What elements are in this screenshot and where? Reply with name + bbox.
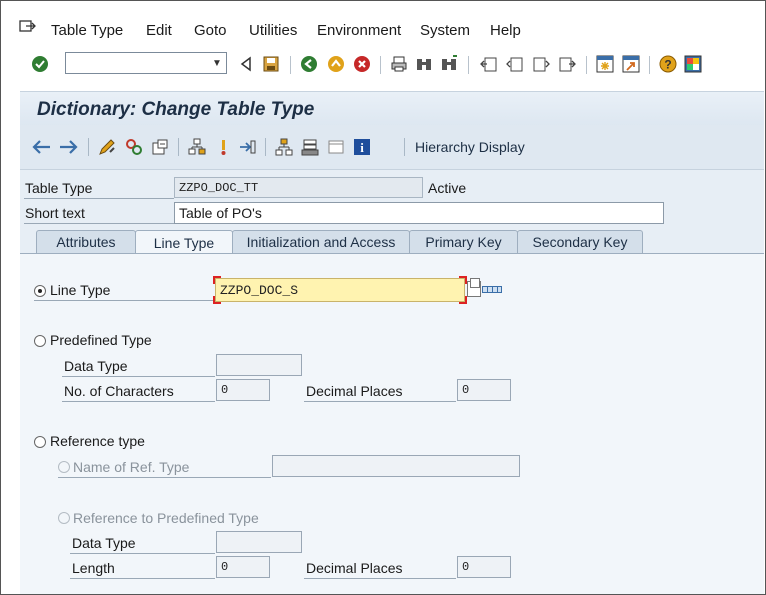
- ref-decimal-places-label: Decimal Places: [306, 560, 403, 576]
- previous-page-icon[interactable]: [505, 54, 525, 74]
- first-page-icon[interactable]: [479, 54, 499, 74]
- length-label: Length: [72, 560, 115, 576]
- data-type-field[interactable]: [216, 354, 302, 376]
- find-icon[interactable]: [414, 54, 434, 74]
- menu-edit[interactable]: Edit: [146, 22, 172, 39]
- tab-line-type[interactable]: Line Type: [135, 230, 233, 254]
- window-icon[interactable]: [326, 137, 346, 157]
- object-list-icon[interactable]: [187, 137, 207, 157]
- sap-window: Table Type Edit Goto Utilities Environme…: [0, 0, 766, 595]
- predefined-type-radio[interactable]: [34, 335, 46, 347]
- standard-toolbar: ▼ ?: [2, 46, 764, 82]
- menu-bar: Table Type Edit Goto Utilities Environme…: [2, 2, 764, 46]
- save-icon[interactable]: [261, 54, 281, 74]
- menu-environment[interactable]: Environment: [317, 22, 401, 39]
- line-type-label: Line Type: [50, 282, 111, 298]
- ref-data-type-label: Data Type: [72, 535, 136, 551]
- menu-utilities[interactable]: Utilities: [249, 22, 297, 39]
- where-used-icon[interactable]: [150, 137, 170, 157]
- decimal-places-label: Decimal Places: [306, 383, 403, 399]
- status-label: Active: [428, 180, 467, 196]
- predefined-type-label: Predefined Type: [50, 332, 152, 348]
- next-page-icon[interactable]: [531, 54, 551, 74]
- header-fields: Table Type ZZPO_DOC_TT Active Short text…: [20, 170, 764, 230]
- navigate-back-icon[interactable]: [299, 54, 319, 74]
- name-ref-type-label: Name of Ref. Type: [73, 459, 190, 475]
- line-type-panel: Line Type ZZPO_DOC_S Predefined Type Dat…: [20, 253, 764, 594]
- arrow-left-icon[interactable]: [32, 137, 52, 157]
- reference-type-radio[interactable]: [34, 436, 46, 448]
- reference-type-label: Reference type: [50, 433, 145, 449]
- tab-attributes[interactable]: Attributes: [36, 230, 136, 253]
- back-icon[interactable]: [236, 54, 256, 74]
- find-next-icon[interactable]: [439, 54, 459, 74]
- page-title: Dictionary: Change Table Type: [37, 99, 315, 120]
- table-type-label: Table Type: [25, 180, 93, 196]
- chevron-down-icon[interactable]: ▼: [210, 55, 224, 71]
- last-page-icon[interactable]: [557, 54, 577, 74]
- svg-text:?: ?: [664, 58, 671, 72]
- shortcut-icon[interactable]: [621, 54, 641, 74]
- menu-icon[interactable]: [19, 20, 37, 34]
- short-text-field[interactable]: Table of PO's: [174, 202, 664, 224]
- no-chars-label: No. of Characters: [64, 383, 174, 399]
- title-bar: Dictionary: Change Table Type: [20, 91, 764, 126]
- exit-icon[interactable]: [326, 54, 346, 74]
- application-toolbar: i Hierarchy Display: [20, 125, 764, 170]
- hierarchy-icon[interactable]: [274, 137, 294, 157]
- no-chars-field[interactable]: 0: [216, 379, 270, 401]
- print-icon[interactable]: [389, 54, 409, 74]
- enter-icon[interactable]: [30, 54, 50, 74]
- stack-icon[interactable]: [300, 137, 320, 157]
- arrow-right-icon[interactable]: [58, 137, 78, 157]
- menu-system[interactable]: System: [420, 22, 470, 39]
- tab-strip: Attributes Line Type Initialization and …: [20, 230, 764, 254]
- navigation-icon[interactable]: [237, 137, 257, 157]
- name-ref-type-radio: [58, 461, 70, 473]
- menu-table-type[interactable]: Table Type: [51, 22, 123, 39]
- cancel-icon[interactable]: [352, 54, 372, 74]
- tab-initialization-access[interactable]: Initialization and Access: [232, 230, 410, 253]
- new-session-icon[interactable]: [595, 54, 615, 74]
- info-icon[interactable]: i: [352, 137, 372, 157]
- info-marker-icon[interactable]: [214, 137, 234, 157]
- menu-goto[interactable]: Goto: [194, 22, 227, 39]
- decimal-places-field[interactable]: 0: [457, 379, 511, 401]
- data-type-label: Data Type: [64, 358, 128, 374]
- svg-text:i: i: [360, 140, 364, 155]
- length-field: 0: [216, 556, 270, 578]
- table-type-field: ZZPO_DOC_TT: [174, 177, 423, 198]
- hierarchy-display-button[interactable]: Hierarchy Display: [415, 139, 525, 155]
- name-ref-type-field: [272, 455, 520, 477]
- tab-primary-key[interactable]: Primary Key: [409, 230, 518, 253]
- menu-help[interactable]: Help: [490, 22, 521, 39]
- line-type-field[interactable]: ZZPO_DOC_S: [215, 278, 465, 302]
- ref-data-type-field: [216, 531, 302, 553]
- line-type-radio[interactable]: [34, 285, 46, 297]
- help-icon[interactable]: ?: [658, 54, 678, 74]
- customize-layout-icon[interactable]: [683, 54, 703, 74]
- ref-decimal-places-field: 0: [457, 556, 511, 578]
- more-options-icon[interactable]: [482, 286, 502, 293]
- activate-icon[interactable]: [124, 137, 144, 157]
- short-text-label: Short text: [25, 205, 85, 221]
- ref-predefined-label: Reference to Predefined Type: [73, 510, 259, 526]
- tab-secondary-key[interactable]: Secondary Key: [517, 230, 643, 253]
- ref-predefined-radio: [58, 512, 70, 524]
- value-help-icon[interactable]: [467, 278, 481, 297]
- display-change-icon[interactable]: [97, 137, 117, 157]
- command-field[interactable]: ▼: [65, 52, 227, 74]
